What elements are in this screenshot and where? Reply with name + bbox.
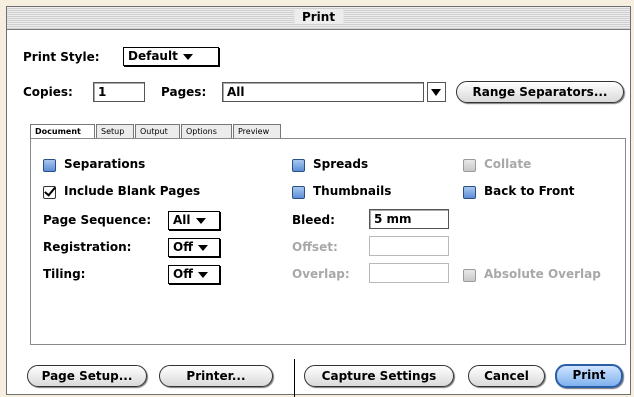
page-sequence-value: All [173,213,191,227]
capture-settings-button[interactable]: Capture Settings [304,365,454,387]
overlap-field[interactable] [369,263,449,283]
cancel-button[interactable]: Cancel [468,365,545,387]
print-style-popup[interactable]: Default [123,47,219,66]
tab-preview[interactable]: Preview [233,124,281,138]
copies-field[interactable]: 1 [93,82,145,102]
page-sequence-popup[interactable]: All [168,211,220,230]
include-blank-pages-label: Include Blank Pages [64,184,201,198]
tiling-label: Tiling: [43,267,86,281]
bleed-label: Bleed: [292,213,335,227]
print-style-value: Default [128,49,178,63]
chevron-down-icon [431,89,441,96]
pages-dropdown-button[interactable] [427,82,446,102]
back-to-front-checkbox[interactable] [463,186,476,199]
tab-output[interactable]: Output [135,124,180,138]
spreads-label: Spreads [313,157,369,171]
registration-value: Off [173,240,193,254]
pages-field[interactable]: All [222,82,424,102]
print-button[interactable]: Print [555,364,623,388]
dialog-title: Print [293,10,344,24]
absolute-overlap-label: Absolute Overlap [484,267,601,281]
back-to-front-label: Back to Front [484,184,575,198]
print-dialog: Print Print Style: Default Copies: 1 Pag… [6,6,631,397]
overlap-label: Overlap: [292,267,350,281]
page-setup-button[interactable]: Page Setup... [27,365,147,387]
document-tab-panel: Separations Include Blank Pages Page Seq… [30,138,626,345]
popup-arrow-icon [197,244,208,251]
offset-field[interactable] [369,236,449,256]
separations-label: Separations [64,157,146,171]
range-separators-button[interactable]: Range Separators... [456,81,624,103]
popup-arrow-icon [197,271,208,278]
copies-label: Copies: [23,85,73,99]
thumbnails-checkbox[interactable] [292,186,305,199]
title-bar[interactable]: Print [7,7,630,30]
offset-label: Offset: [292,240,338,254]
print-style-label: Print Style: [23,50,100,64]
registration-popup[interactable]: Off [168,238,220,257]
tab-document[interactable]: Document [30,124,95,139]
popup-arrow-icon [182,53,193,60]
printer-button[interactable]: Printer... [159,365,273,387]
tiling-popup[interactable]: Off [168,265,220,284]
absolute-overlap-checkbox[interactable] [463,269,476,282]
tab-setup[interactable]: Setup [96,124,134,138]
spreads-checkbox[interactable] [292,159,305,172]
collate-label: Collate [484,157,532,171]
pages-label: Pages: [161,85,207,99]
popup-arrow-icon [195,217,206,224]
separations-checkbox[interactable] [43,159,56,172]
page-sequence-label: Page Sequence: [43,213,152,227]
registration-label: Registration: [43,240,132,254]
collate-checkbox[interactable] [463,159,476,172]
include-blank-pages-checkbox[interactable] [43,186,56,199]
thumbnails-label: Thumbnails [313,184,392,198]
tiling-value: Off [173,267,193,281]
button-divider [294,359,295,397]
bleed-field[interactable]: 5 mm [369,209,449,229]
tab-options[interactable]: Options [181,124,232,138]
